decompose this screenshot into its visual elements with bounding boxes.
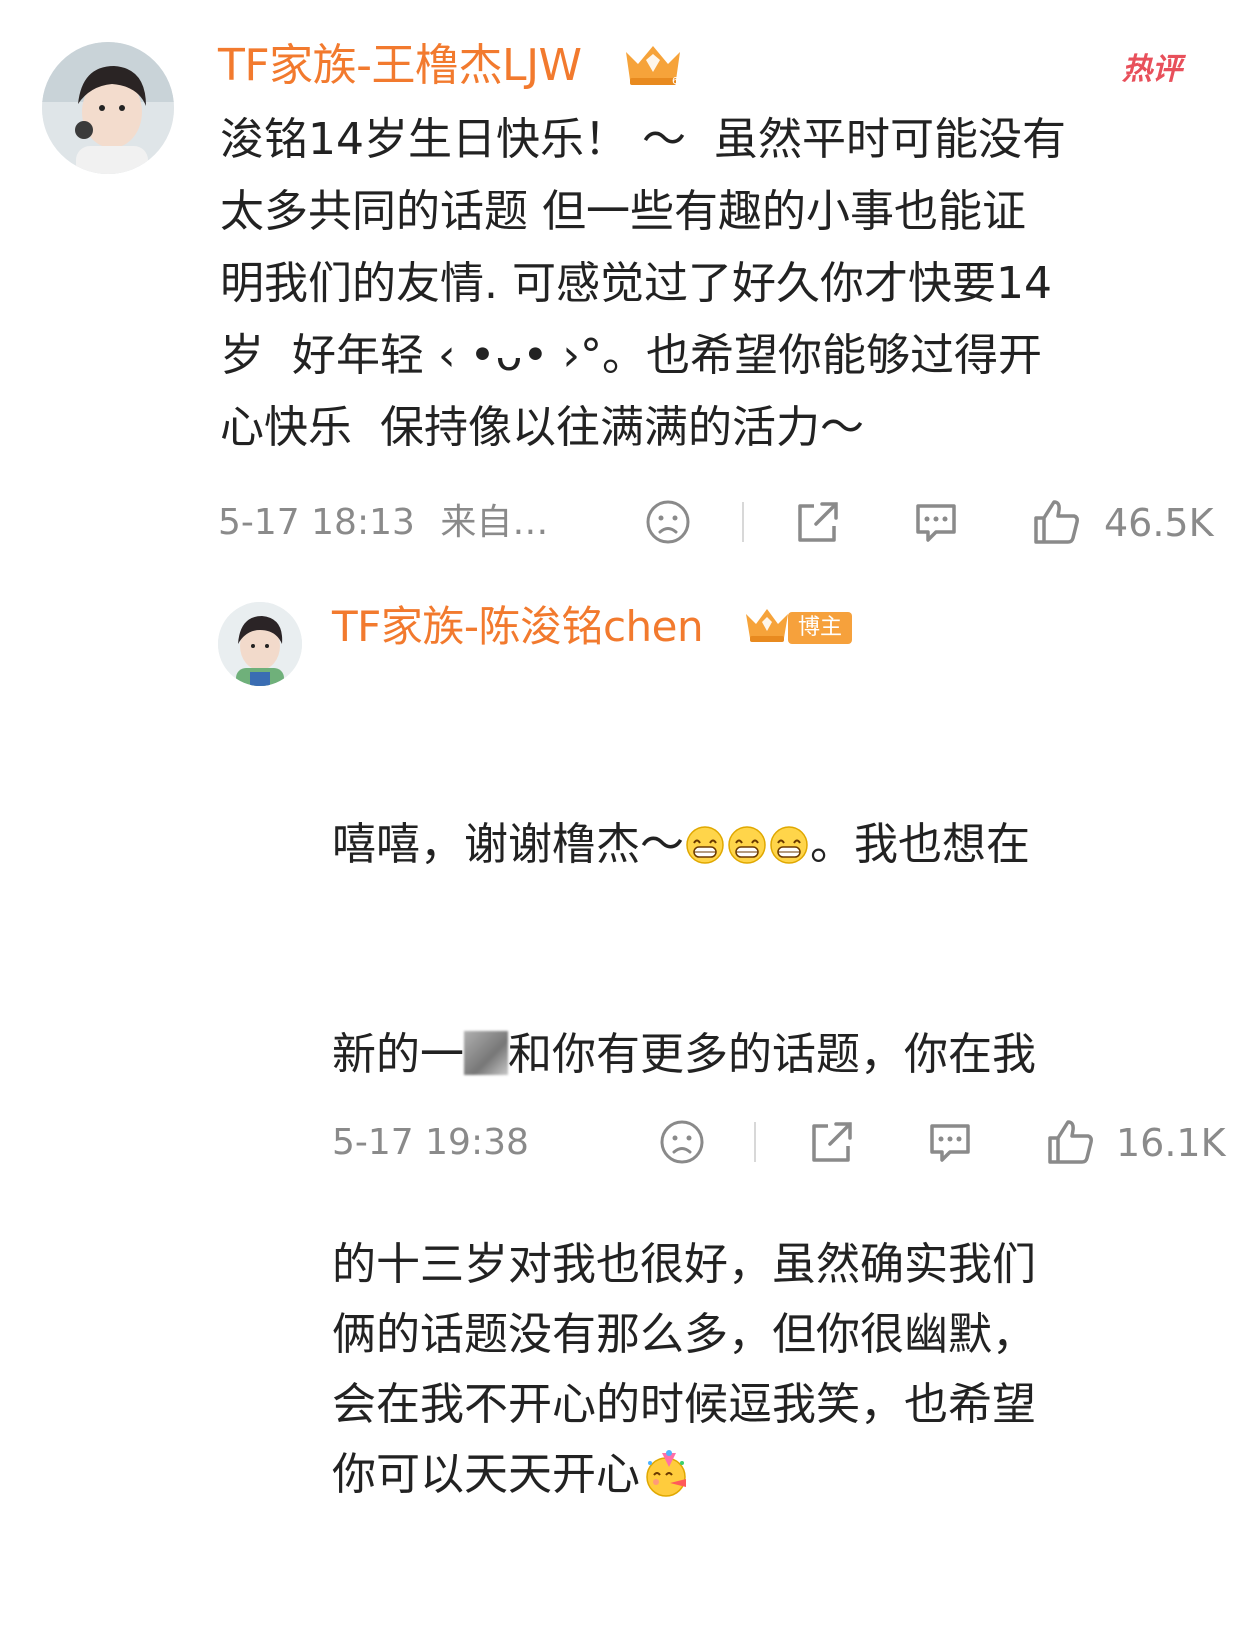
grin-emoji-icon — [727, 816, 767, 864]
reply-text-part: 和你有更多的话题，你在我 — [508, 1029, 1036, 1080]
reply-text-part: 新的一 — [332, 1029, 464, 1080]
share-icon — [798, 502, 838, 542]
avatar-image — [42, 42, 174, 174]
thumbs-up-icon — [1048, 1120, 1093, 1164]
share-button[interactable] — [806, 1118, 856, 1166]
reply-meta: 5-17 19:38 — [332, 1120, 529, 1166]
reply-rest: 的十三岁对我也很好，虽然确实我们 俩的话题没有那么多，但你很幽默， 会在我不开心… — [332, 1230, 1212, 1510]
reply-username[interactable]: TF家族-陈浚铭chen — [332, 600, 704, 654]
dislike-button[interactable] — [658, 1118, 706, 1166]
reply-avatar[interactable] — [218, 602, 302, 686]
grin-emoji-icon — [769, 816, 809, 864]
timestamp: 5-17 19:38 — [332, 1122, 529, 1163]
party-emoji-icon — [642, 1449, 692, 1499]
reply-comment: TF家族-陈浚铭chen 博主 嘻嘻，谢谢橹杰～ 。我也想在 新的一 和你有更多的话… — [0, 590, 1260, 1500]
hot-comment-tag: 热评 — [1122, 52, 1182, 87]
blurred-character — [464, 1031, 508, 1075]
reply-text-part: 嘻嘻，谢谢橹杰～ — [332, 819, 684, 870]
crown-badge-icon: 6 — [620, 42, 686, 88]
comment-meta: 5-17 18:13 来自… — [218, 500, 548, 546]
action-divider — [754, 1122, 756, 1162]
reply-text-part: 。我也想在 — [810, 819, 1030, 870]
reply-line-2: 新的一 和你有更多的话题，你在我 — [332, 1020, 1212, 1090]
timestamp: 5-17 18:13 — [218, 502, 415, 543]
reply-button[interactable] — [924, 1116, 976, 1168]
sad-face-icon — [646, 500, 690, 544]
thumbs-up-icon — [1034, 500, 1079, 544]
crown-badge-icon — [742, 606, 792, 646]
share-icon — [812, 1122, 852, 1162]
reply-line-1: 嘻嘻，谢谢橹杰～ 。我也想在 — [332, 810, 1212, 880]
avatar-image — [218, 602, 302, 686]
source-label[interactable]: 来自… — [440, 502, 548, 543]
like-button[interactable] — [1044, 1116, 1096, 1168]
svg-text:6: 6 — [672, 76, 678, 87]
comment-icon — [916, 504, 956, 542]
comment-main: TF家族-王橹杰LJW 6 热评 浚铭14岁生日快乐！ ～ 虽然平时可能没有 太… — [0, 0, 1260, 570]
sad-face-icon — [660, 1120, 704, 1164]
like-count: 46.5K — [1104, 501, 1214, 545]
like-button[interactable] — [1030, 496, 1082, 548]
share-button[interactable] — [792, 498, 842, 546]
blogger-tag: 博主 — [788, 612, 852, 644]
dislike-button[interactable] — [644, 498, 692, 546]
comment-icon — [930, 1124, 970, 1162]
reply-button[interactable] — [910, 496, 962, 548]
action-divider — [742, 502, 744, 542]
comment-text: 浚铭14岁生日快乐！ ～ 虽然平时可能没有 太多共同的话题 但一些有趣的小事也能… — [220, 114, 1066, 453]
grin-emoji-icon — [685, 816, 725, 864]
avatar[interactable] — [42, 42, 174, 174]
like-count: 16.1K — [1116, 1121, 1226, 1165]
username[interactable]: TF家族-王橹杰LJW — [218, 38, 582, 94]
